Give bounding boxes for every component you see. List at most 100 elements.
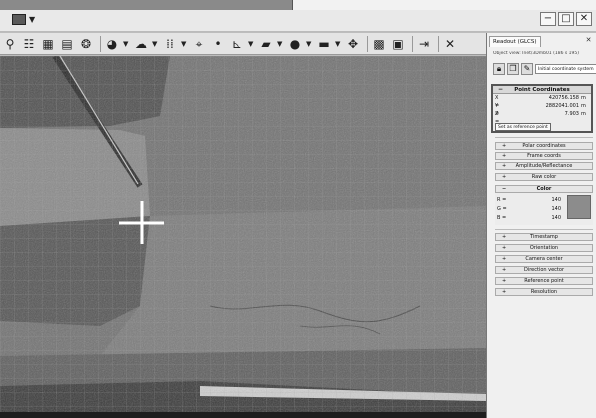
file-icon: [12, 14, 26, 25]
section-label: Polar coordinates: [522, 143, 566, 149]
globe-data-icon[interactable]: ☷: [21, 36, 37, 52]
grid-icon[interactable]: ▦: [40, 36, 56, 52]
point-coordinates-header[interactable]: − Point Coordinates: [493, 86, 591, 94]
set-reference-point-button[interactable]: Set as reference point: [495, 123, 551, 131]
x-value: 420756.158: [548, 95, 579, 101]
frame-coords-section[interactable]: + Frame coords: [495, 152, 593, 160]
divider: [495, 137, 593, 138]
expand-icon: +: [502, 174, 507, 180]
collapse-icon[interactable]: −: [498, 86, 503, 94]
expand-icon: +: [502, 289, 507, 295]
shape-icon[interactable]: ◕: [104, 36, 120, 52]
orientation-section[interactable]: + Orientation: [495, 244, 593, 252]
close-button[interactable]: ✕: [576, 12, 592, 26]
y-value: 2882041.001: [545, 103, 579, 109]
cloud-icon[interactable]: ☁: [133, 36, 149, 52]
b-value: 140: [551, 215, 561, 221]
toolbar-separator: [367, 35, 368, 52]
expand-icon: +: [502, 278, 507, 284]
section-label: Reference point: [524, 278, 564, 284]
raster-icon[interactable]: ⁞⁞: [162, 36, 178, 52]
main-toolbar: ⚲ ☷ ▦ ▤ ❂ ◕ ▼ ☁ ▼ ⁞⁞ ▼ ⌖ • ⊾ ▼ ▰ ▼ ● ▼ ▬…: [0, 33, 486, 55]
toolbar-separator: [412, 35, 413, 52]
color-header[interactable]: − Color: [495, 185, 593, 193]
point-icon[interactable]: •: [210, 36, 226, 52]
panel-close-icon[interactable]: ✕: [584, 36, 593, 45]
r-label: R =: [497, 197, 507, 203]
y-coordinate-row: Y = 2882041.001 m: [493, 102, 591, 117]
x-coordinate-row: X = 420756.158 m: [493, 94, 591, 109]
initial-coordinate-system-field[interactable]: Initial coordinate system: [535, 64, 596, 74]
layers-icon[interactable]: ▤: [59, 36, 75, 52]
file-menu-button[interactable]: ▼: [10, 13, 36, 27]
chevron-down-icon[interactable]: ▼: [152, 36, 158, 52]
color-b-row: B = 140: [497, 215, 567, 221]
grid-overlay: [0, 56, 486, 418]
stack-icon[interactable]: ▰: [258, 36, 274, 52]
divider: [495, 229, 593, 230]
b-label: B =: [497, 215, 507, 221]
copy-icon[interactable]: ❐: [507, 63, 519, 75]
card-icon[interactable]: ▬: [316, 36, 332, 52]
direction-vector-section[interactable]: + Direction vector: [495, 266, 593, 274]
r-value: 140: [551, 197, 561, 203]
color-r-row: R = 140: [497, 197, 567, 203]
color-swatch: [567, 195, 591, 219]
y-unit: m: [581, 103, 586, 109]
wrench-icon[interactable]: ✎: [521, 63, 533, 75]
z-value: 7.903: [564, 111, 579, 117]
window-controls: − □ ✕: [540, 12, 592, 26]
section-label: Frame coords: [527, 153, 561, 159]
timestamp-section[interactable]: + Timestamp: [495, 233, 593, 241]
section-label: Direction vector: [523, 267, 565, 273]
grid-table-icon[interactable]: ▩: [371, 36, 387, 52]
panel-actions: 🔒︎ ❐ ✎ Initial coordinate system: [493, 62, 596, 76]
expand-icon: +: [502, 163, 507, 169]
chevron-down-icon[interactable]: ▼: [277, 36, 283, 52]
chevron-down-icon[interactable]: ▼: [123, 36, 129, 52]
viewer-canvas[interactable]: [0, 56, 486, 418]
z-label: Z =: [495, 111, 500, 125]
settings-icon[interactable]: ❂: [78, 36, 94, 52]
amplitude-reflectance-section[interactable]: + Amplitude/Reflectance: [495, 162, 593, 170]
section-label: Raw color: [531, 174, 557, 180]
point-cloud-viewer[interactable]: [0, 56, 486, 418]
expand-icon: +: [502, 143, 507, 149]
sphere-icon[interactable]: ●: [287, 36, 303, 52]
x-unit: m: [581, 95, 586, 101]
raw-color-section[interactable]: + Raw color: [495, 173, 593, 181]
expand-icon: +: [502, 234, 507, 240]
target-icon[interactable]: ⌖: [191, 36, 207, 52]
chevron-down-icon[interactable]: ▼: [181, 36, 187, 52]
color-g-row: G = 140: [497, 206, 567, 212]
z-coordinate-row: Z = 7.903 m: [493, 110, 591, 125]
exit-icon[interactable]: ⇥: [416, 36, 432, 52]
chevron-down-icon[interactable]: ▼: [248, 36, 254, 52]
expand-icon: +: [502, 153, 507, 159]
expand-icon: +: [502, 267, 507, 273]
minimize-button[interactable]: −: [540, 12, 556, 26]
y-label: Y =: [495, 103, 500, 117]
close-x-icon[interactable]: ✕: [442, 36, 458, 52]
lock-icon[interactable]: 🔒︎: [493, 63, 505, 75]
camera-center-section[interactable]: + Camera center: [495, 255, 593, 263]
readout-tab[interactable]: Readout (GLCS): [489, 36, 541, 47]
chevron-down-icon[interactable]: ▼: [306, 36, 312, 52]
resolution-section[interactable]: + Resolution: [495, 288, 593, 296]
maximize-button[interactable]: □: [558, 12, 574, 26]
measure-icon[interactable]: ⊾: [229, 36, 245, 52]
x-label: X =: [495, 95, 500, 109]
expand-icon: +: [502, 256, 507, 262]
pin-icon[interactable]: ⚲: [2, 36, 18, 52]
z-unit: m: [581, 111, 586, 117]
chevron-down-icon[interactable]: ▼: [335, 36, 341, 52]
toolbar-separator: [100, 35, 101, 52]
window-top-strip-right: [292, 0, 596, 10]
color-section: − Color R = 140 G = 140 B = 140: [495, 185, 593, 225]
export-icon[interactable]: ▣: [390, 36, 406, 52]
polar-coordinates-section[interactable]: + Polar coordinates: [495, 142, 593, 150]
title-bar: ▼ − □ ✕: [0, 10, 596, 32]
cross-tool-icon[interactable]: ✥: [345, 36, 361, 52]
window-top-strip: [0, 0, 596, 10]
reference-point-section[interactable]: + Reference point: [495, 277, 593, 285]
